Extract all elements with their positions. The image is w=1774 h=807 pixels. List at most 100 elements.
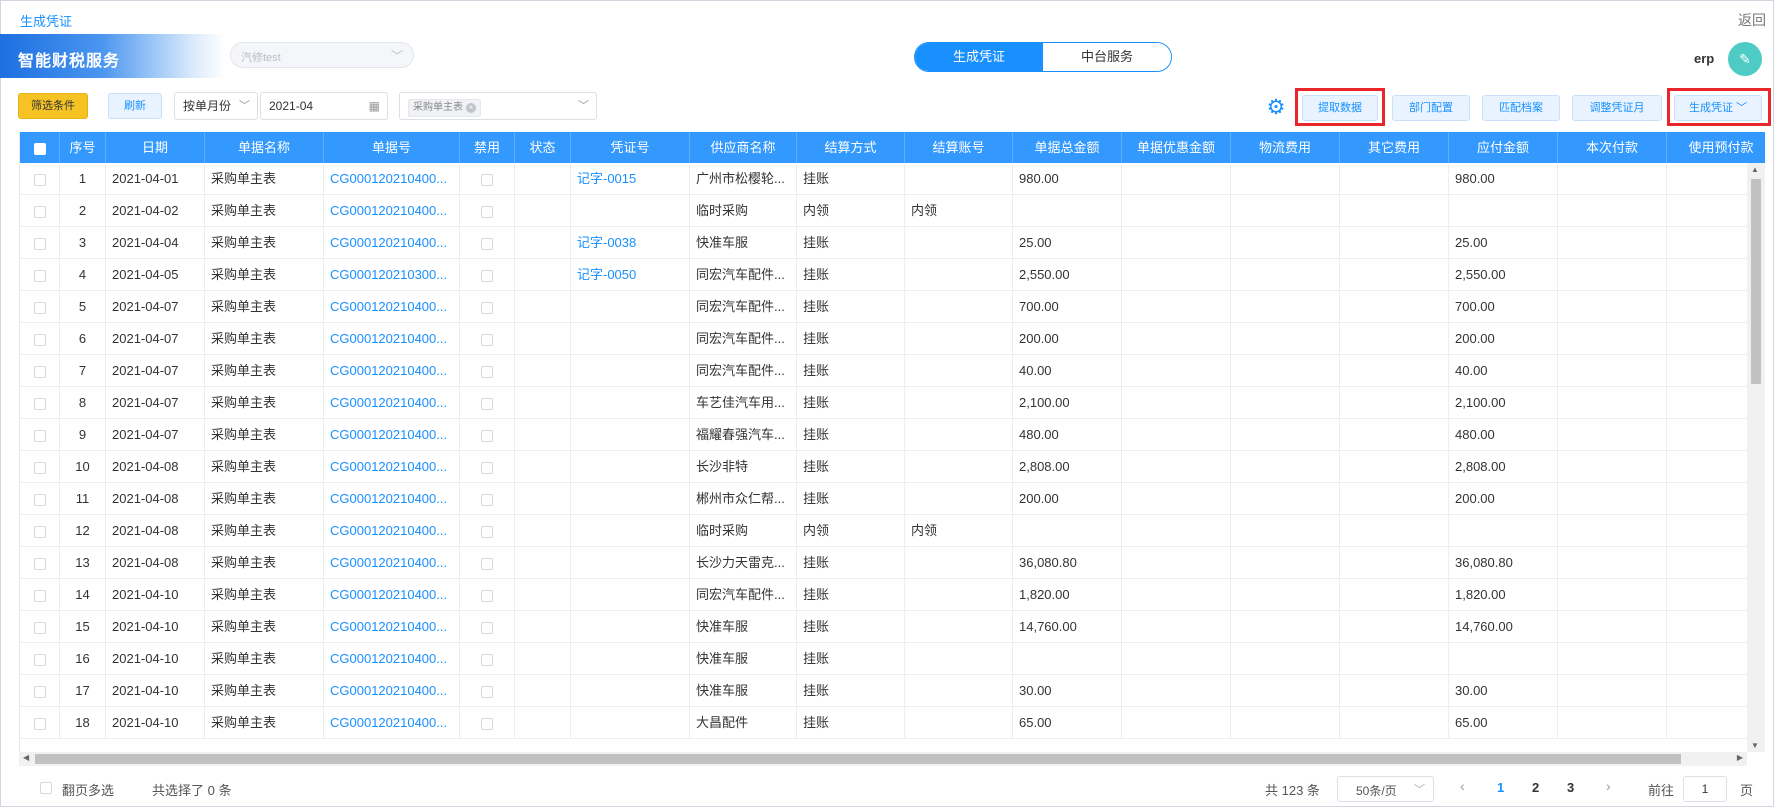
checkbox[interactable] [481, 301, 493, 314]
close-icon[interactable]: × [466, 103, 476, 113]
checkbox[interactable] [33, 461, 46, 474]
cell-voucher[interactable] [571, 355, 690, 387]
page-size-select[interactable]: 50条/页 ﹀ [1337, 776, 1434, 802]
cell-doc[interactable]: CG000120210400... [324, 579, 460, 611]
cell-voucher[interactable] [571, 451, 690, 483]
cell-voucher[interactable] [571, 323, 690, 355]
checkbox[interactable] [481, 557, 493, 570]
checkbox[interactable] [33, 301, 46, 314]
goto-page-input[interactable]: 1 [1683, 776, 1727, 802]
checkbox[interactable] [481, 493, 493, 506]
cell-voucher[interactable]: 记字-0038 [571, 227, 690, 259]
checkbox[interactable] [33, 589, 46, 602]
checkbox[interactable] [33, 269, 46, 282]
month-picker[interactable]: 2021-04 ▦ [260, 92, 388, 120]
page-2[interactable]: 2 [1532, 780, 1539, 795]
cell-doc[interactable]: CG000120210400... [324, 387, 460, 419]
horizontal-scrollbar[interactable]: ◀ ▶ [19, 752, 1747, 766]
back-link[interactable]: 返回 [1738, 10, 1766, 30]
scroll-thumb[interactable] [1751, 179, 1761, 384]
checkbox[interactable] [481, 685, 493, 698]
cell-voucher[interactable] [571, 291, 690, 323]
checkbox[interactable] [33, 365, 46, 378]
dept-config-button[interactable]: 部门配置 [1392, 95, 1470, 121]
scroll-left-icon[interactable]: ◀ [23, 753, 29, 762]
cell-voucher[interactable] [571, 515, 690, 547]
table-row[interactable]: 18 2021-04-10 采购单主表 CG000120210400... 大昌配件 挂账… [20, 707, 1765, 739]
username[interactable]: erp [1694, 51, 1714, 66]
checkbox[interactable] [33, 685, 46, 698]
checkbox[interactable] [481, 461, 493, 474]
checkbox[interactable] [33, 653, 46, 666]
cell-voucher[interactable] [571, 547, 690, 579]
checkbox[interactable] [33, 493, 46, 506]
cell-doc[interactable]: CG000120210400... [324, 195, 460, 227]
scroll-up-icon[interactable]: ▲ [1751, 165, 1759, 174]
select-all-checkbox[interactable] [20, 132, 60, 163]
checkbox[interactable] [481, 589, 493, 602]
table-row[interactable]: 1 2021-04-01 采购单主表 CG000120210400... 记字-0015… [20, 163, 1765, 195]
company-select[interactable]: 汽修test ﹀ [230, 42, 414, 68]
cell-doc[interactable]: CG000120210300... [324, 259, 460, 291]
cell-doc[interactable]: CG000120210400... [324, 675, 460, 707]
checkbox[interactable] [481, 429, 493, 442]
cell-doc[interactable]: CG000120210400... [324, 419, 460, 451]
next-page-icon[interactable]: › [1606, 778, 1611, 794]
checkbox[interactable] [33, 429, 46, 442]
table-row[interactable]: 5 2021-04-07 采购单主表 CG000120210400... 同宏汽车配件.… [20, 291, 1765, 323]
cell-doc[interactable]: CG000120210400... [324, 547, 460, 579]
table-row[interactable]: 9 2021-04-07 采购单主表 CG000120210400... 福耀春强汽车.… [20, 419, 1765, 451]
checkbox[interactable] [33, 717, 46, 730]
checkbox[interactable] [481, 397, 493, 410]
checkbox[interactable] [33, 333, 46, 346]
cell-voucher[interactable] [571, 675, 690, 707]
cell-voucher[interactable] [571, 387, 690, 419]
cell-voucher[interactable]: 记字-0015 [571, 163, 690, 195]
cell-doc[interactable]: CG000120210400... [324, 643, 460, 675]
cell-doc[interactable]: CG000120210400... [324, 515, 460, 547]
cell-voucher[interactable] [571, 419, 690, 451]
period-mode-select[interactable]: 按单月份 ﹀ [174, 92, 258, 120]
checkbox[interactable] [33, 557, 46, 570]
tab-generate-voucher[interactable]: 生成凭证 [915, 43, 1043, 71]
table-row[interactable]: 14 2021-04-10 采购单主表 CG000120210400... 同宏汽车配件… [20, 579, 1765, 611]
checkbox[interactable] [481, 333, 493, 346]
table-row[interactable]: 13 2021-04-08 采购单主表 CG000120210400... 长沙力天雷克… [20, 547, 1765, 579]
table-row[interactable]: 12 2021-04-08 采购单主表 CG000120210400... 临时采购 内领… [20, 515, 1765, 547]
checkbox[interactable] [481, 365, 493, 378]
table-row[interactable]: 3 2021-04-04 采购单主表 CG000120210400... 记字-0038… [20, 227, 1765, 259]
table-row[interactable]: 16 2021-04-10 采购单主表 CG000120210400... 快准车服 挂账 [20, 643, 1765, 675]
refresh-button[interactable]: 刷新 [108, 93, 162, 119]
scroll-down-icon[interactable]: ▼ [1751, 741, 1759, 750]
table-row[interactable]: 6 2021-04-07 采购单主表 CG000120210400... 同宏汽车配件.… [20, 323, 1765, 355]
checkbox[interactable] [33, 621, 46, 634]
table-row[interactable]: 11 2021-04-08 采购单主表 CG000120210400... 郴州市众仁帮… [20, 483, 1765, 515]
checkbox[interactable] [481, 173, 493, 186]
scroll-thumb[interactable] [35, 754, 1681, 764]
checkbox[interactable] [481, 269, 493, 282]
checkbox[interactable] [33, 142, 46, 155]
checkbox[interactable] [33, 173, 46, 186]
gear-icon[interactable]: ⚙ [1264, 97, 1288, 121]
page-1[interactable]: 1 [1497, 780, 1504, 795]
scroll-right-icon[interactable]: ▶ [1737, 753, 1743, 762]
cell-doc[interactable]: CG000120210400... [324, 323, 460, 355]
table-row[interactable]: 4 2021-04-05 采购单主表 CG000120210300... 记字-0050… [20, 259, 1765, 291]
cell-voucher[interactable] [571, 707, 690, 739]
adjust-month-button[interactable]: 调整凭证月 [1572, 95, 1662, 121]
checkbox[interactable] [33, 525, 46, 538]
cell-doc[interactable]: CG000120210400... [324, 611, 460, 643]
cross-page-checkbox[interactable] [40, 782, 52, 794]
cell-voucher[interactable] [571, 611, 690, 643]
doc-type-select[interactable]: 采购单主表 × ﹀ [399, 92, 597, 120]
vertical-scrollbar[interactable]: ▲ ▼ [1747, 163, 1765, 752]
prev-page-icon[interactable]: ‹ [1460, 778, 1465, 794]
table-row[interactable]: 17 2021-04-10 采购单主表 CG000120210400... 快准车服 挂账… [20, 675, 1765, 707]
checkbox[interactable] [481, 237, 493, 250]
checkbox[interactable] [481, 205, 493, 218]
match-archive-button[interactable]: 匹配档案 [1482, 95, 1560, 121]
cell-doc[interactable]: CG000120210400... [324, 707, 460, 739]
breadcrumb[interactable]: 生成凭证 [20, 11, 72, 30]
table-row[interactable]: 15 2021-04-10 采购单主表 CG000120210400... 快准车服 挂账… [20, 611, 1765, 643]
checkbox[interactable] [33, 397, 46, 410]
